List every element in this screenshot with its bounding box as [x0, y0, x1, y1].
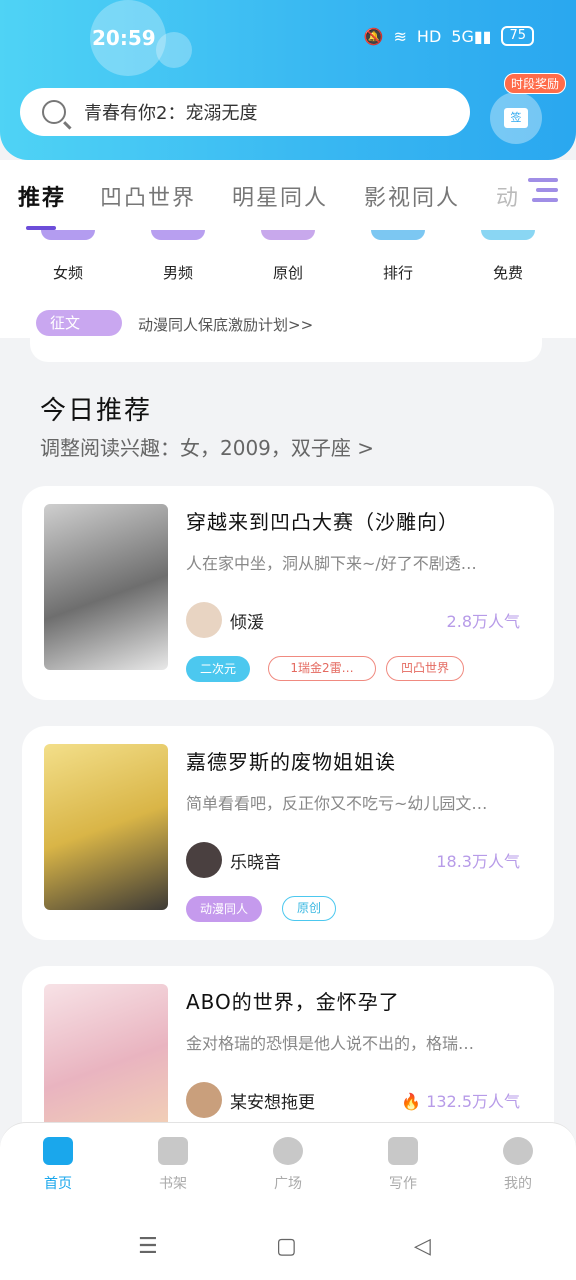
cat-rank[interactable]: 排行: [358, 230, 438, 283]
tab-star[interactable]: 明星同人: [232, 180, 328, 212]
cat-male[interactable]: 男频: [138, 230, 218, 283]
book-card[interactable]: 穿越来到凹凸大赛（沙雕向） 人在家中坐，洞从脚下来~/好了不剧透… 倾湲 2.8…: [22, 486, 554, 700]
home-icon: [43, 1137, 73, 1165]
back-button[interactable]: ◁: [414, 1234, 431, 1259]
reward-badge: 时段奖励: [504, 73, 567, 94]
book-tag[interactable]: 原创: [282, 896, 337, 921]
nav-square[interactable]: 广场: [248, 1137, 328, 1193]
popularity: 🔥 132.5万人气: [401, 1088, 520, 1112]
hd-icon: HD: [416, 26, 442, 46]
book-desc: 金对格瑞的恐惧是他人说不出的，格瑞…: [186, 1034, 475, 1053]
cat-label: 男频: [162, 264, 193, 282]
cat-label: 女频: [52, 264, 83, 282]
gift-icon: 签: [504, 108, 528, 128]
nav-label: 写作: [389, 1176, 417, 1192]
cat-label: 免费: [492, 264, 523, 282]
author-name: 某安想拖更: [230, 1093, 315, 1113]
rank-icon: [371, 230, 425, 240]
tab-film[interactable]: 影视同人: [364, 180, 460, 212]
cat-label: 原创: [272, 264, 303, 282]
planet-icon: [273, 1137, 303, 1165]
search-input[interactable]: 青春有你2：宠溺无度: [20, 88, 470, 136]
female-icon: [41, 230, 95, 240]
net-label: 5G: [451, 26, 474, 46]
book-desc: 人在家中坐，洞从脚下来~/好了不剧透…: [186, 554, 477, 573]
fire-icon: 🔥: [401, 1092, 422, 1111]
notice-text: 动漫同人保底激励计划>>: [138, 316, 314, 334]
interest-adjust-link[interactable]: 调整阅读兴趣：女，2009，双子座 >: [40, 432, 374, 461]
male-icon: [151, 230, 205, 240]
status-time: 20:59: [92, 26, 156, 50]
author-avatar: [186, 602, 222, 638]
book-tag[interactable]: 凹凸世界: [386, 656, 465, 681]
book-tag[interactable]: 二次元: [186, 656, 251, 682]
nav-home[interactable]: 首页: [18, 1137, 98, 1193]
cat-original[interactable]: 原创: [248, 230, 328, 283]
author-avatar: [186, 1082, 222, 1118]
decor-bubble: [156, 32, 192, 68]
nav-label: 广场: [274, 1176, 302, 1192]
tab-recommend[interactable]: 推荐: [18, 180, 66, 212]
nav-label: 书架: [159, 1176, 187, 1192]
mute-icon: 🔕: [363, 26, 384, 46]
popularity: 18.3万人气: [436, 852, 520, 871]
wifi-icon: ≋: [393, 26, 407, 46]
author-name: 乐晓音: [230, 853, 281, 873]
section-title: 今日推荐: [40, 396, 153, 426]
book-card[interactable]: 嘉德罗斯的废物姐姐诶 简单看看吧，反正你又不吃亏~幼儿园文… 乐晓音 18.3万…: [22, 726, 554, 940]
book-desc: 简单看看吧，反正你又不吃亏~幼儿园文…: [186, 794, 488, 813]
book-tag[interactable]: 1瑞金2雷…: [268, 656, 376, 681]
recent-apps-button[interactable]: ☰: [138, 1234, 158, 1259]
search-icon: [42, 100, 66, 124]
battery-icon: 75: [501, 26, 534, 46]
book-title: ABO的世界，金怀孕了: [186, 990, 400, 1014]
popularity-value: 132.5万人气: [426, 1092, 520, 1111]
book-title: 穿越来到凹凸大赛（沙雕向）: [186, 510, 459, 534]
menu-icon[interactable]: [528, 178, 558, 208]
author-avatar: [186, 842, 222, 878]
status-icons: 🔕 ≋ HD 5G▮▮ 75: [364, 26, 534, 46]
pencil-icon: [388, 1137, 418, 1165]
book-cover: [44, 504, 168, 670]
nav-label: 我的: [504, 1176, 532, 1192]
signal-icon: 5G▮▮: [451, 26, 492, 46]
free-icon: [481, 230, 535, 240]
cat-female[interactable]: 女频: [28, 230, 108, 283]
notice-banner[interactable]: 征文 动漫同人保底激励计划>>: [30, 300, 542, 362]
nav-bookshelf[interactable]: 书架: [133, 1137, 213, 1193]
book-tag[interactable]: 动漫同人: [186, 896, 263, 922]
nav-write[interactable]: 写作: [363, 1137, 443, 1193]
tab-anime[interactable]: 动: [496, 180, 520, 212]
category-tabs: 推荐 凹凸世界 明星同人 影视同人 动: [0, 160, 576, 230]
tab-aotu[interactable]: 凹凸世界: [100, 180, 196, 212]
header-bar: [0, 0, 576, 160]
search-text: 青春有你2：宠溺无度: [84, 103, 258, 124]
nav-label: 首页: [44, 1176, 72, 1192]
system-nav-bar: ☰ ▢ ◁: [0, 1210, 576, 1280]
cat-free[interactable]: 免费: [468, 230, 548, 283]
notice-tag: 征文: [36, 310, 122, 336]
nav-profile[interactable]: 我的: [478, 1137, 558, 1193]
popularity: 2.8万人气: [446, 612, 520, 631]
original-icon: [261, 230, 315, 240]
bookshelf-icon: [158, 1137, 188, 1165]
home-button[interactable]: ▢: [276, 1234, 297, 1259]
book-cover: [44, 744, 168, 910]
book-title: 嘉德罗斯的废物姐姐诶: [186, 750, 396, 774]
chat-icon: [503, 1137, 533, 1165]
bottom-nav: 首页 书架 广场 写作 我的: [0, 1122, 576, 1211]
cat-label: 排行: [382, 264, 413, 282]
checkin-button[interactable]: 签: [490, 92, 542, 144]
author-name: 倾湲: [230, 613, 264, 633]
